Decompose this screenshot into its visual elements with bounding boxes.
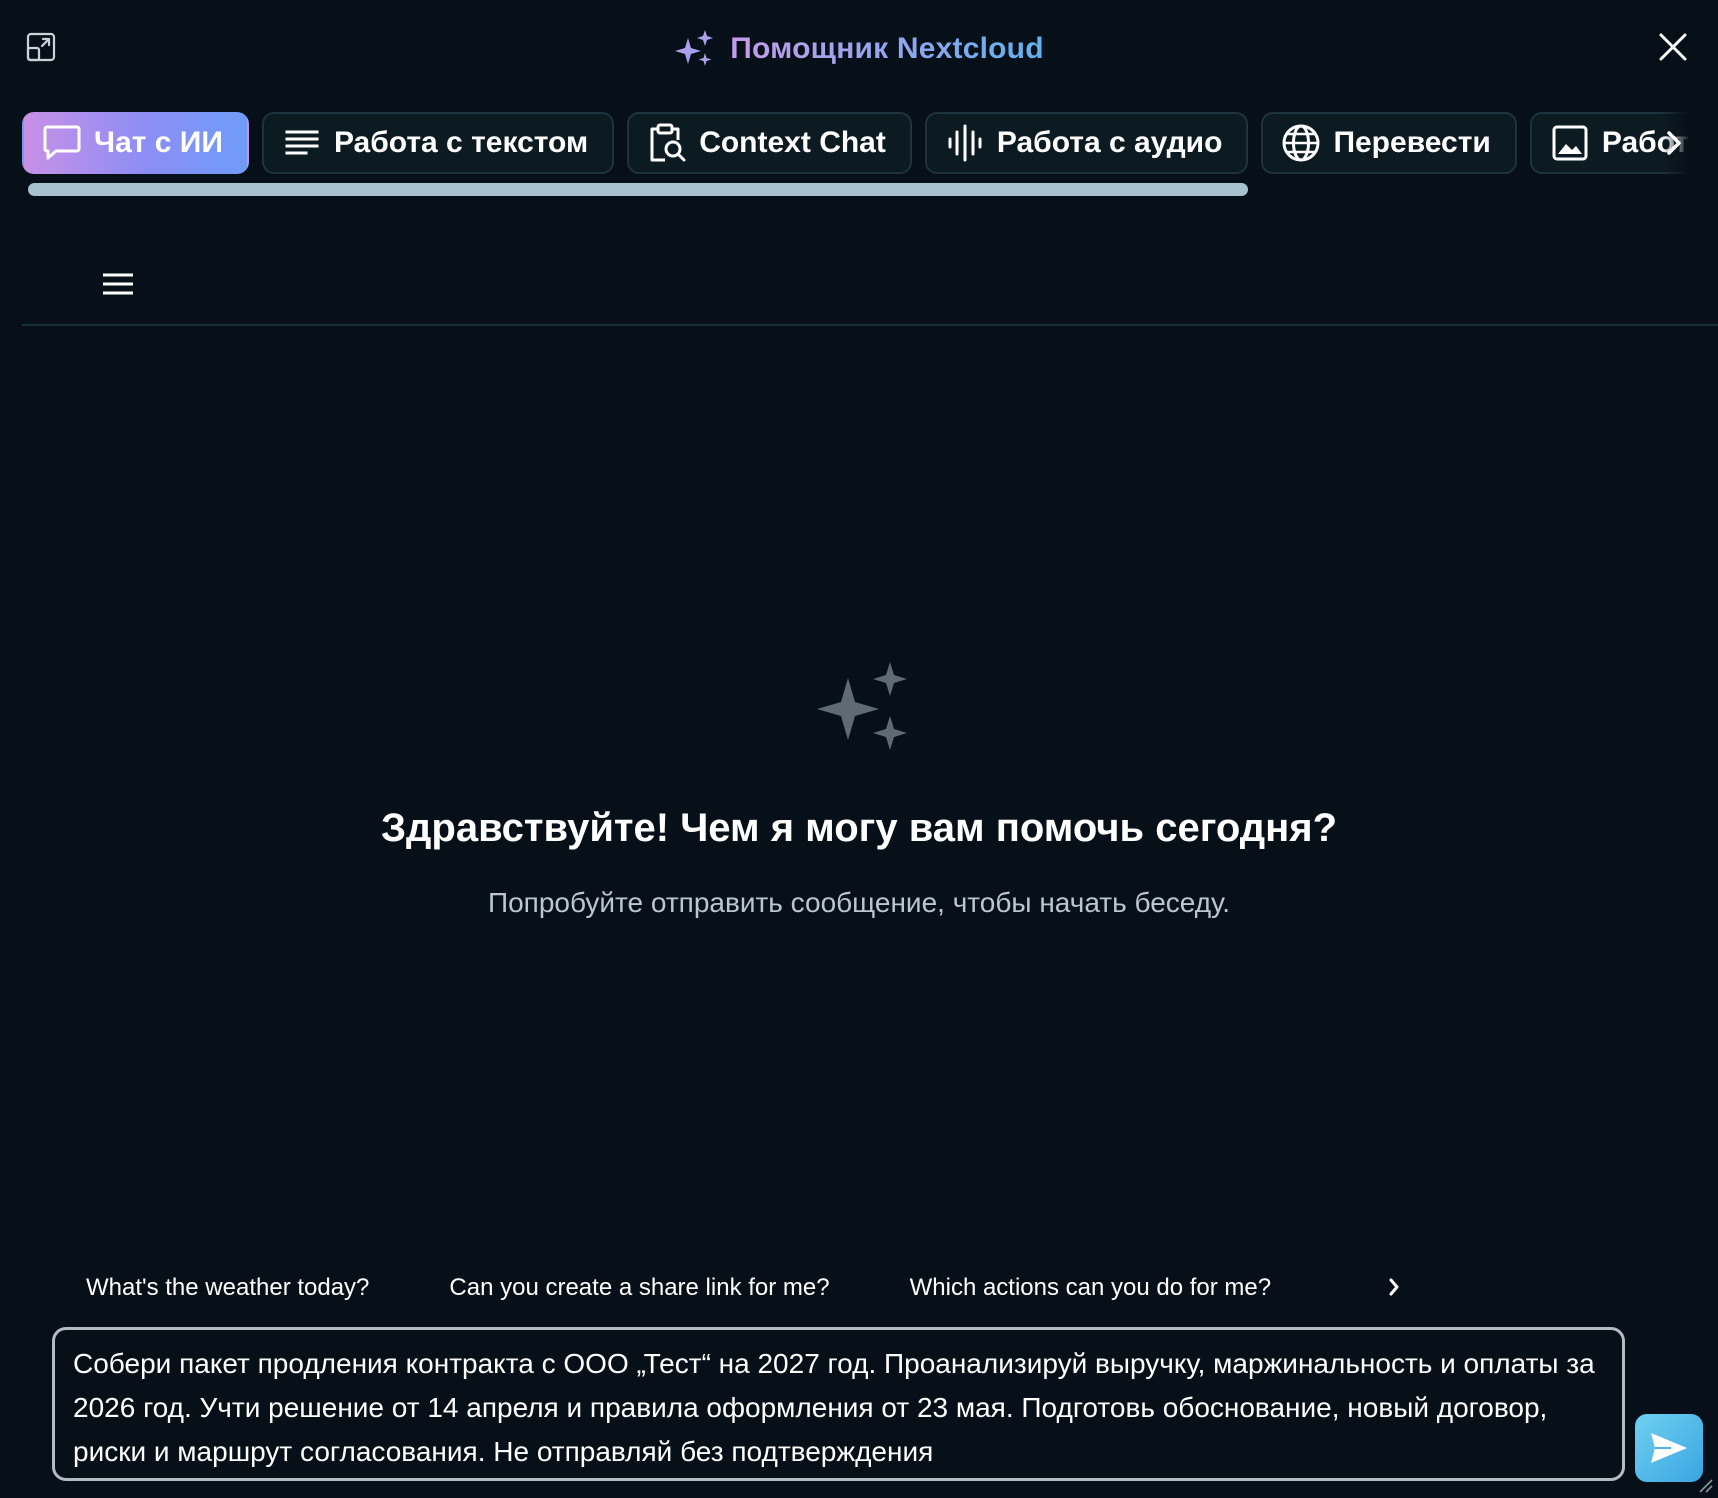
hamburger-menu-icon xyxy=(103,273,133,295)
resize-grip-icon[interactable] xyxy=(1694,1474,1714,1494)
toolbar-divider xyxy=(22,324,1718,326)
chat-bubble-icon xyxy=(42,123,82,163)
conversations-menu-button[interactable] xyxy=(96,266,140,302)
sparkle-large-icon xyxy=(817,662,907,750)
window-title: Помощник Nextcloud xyxy=(0,28,1718,70)
assistant-window: Помощник Nextcloud Чат с ИИ Работа с тек… xyxy=(0,0,1718,1498)
suggestion-share-link[interactable]: Can you create a share link for me? xyxy=(449,1274,829,1302)
text-lines-icon xyxy=(282,123,322,163)
empty-state-subtitle: Попробуйте отправить сообщение, чтобы на… xyxy=(487,887,1231,918)
chevron-right-icon xyxy=(1389,1278,1399,1296)
tab-label: Работа с аудио xyxy=(996,126,1223,159)
send-icon xyxy=(1651,1433,1687,1463)
image-icon xyxy=(1550,123,1590,163)
close-icon xyxy=(1659,33,1687,61)
clipboard-search-icon xyxy=(647,123,687,163)
tab-row: Чат с ИИ Работа с текстом Context Chat Р… xyxy=(22,112,1702,174)
message-input[interactable]: Собери пакет продления контракта с ООО „… xyxy=(52,1327,1625,1481)
tab-label: Context Chat xyxy=(699,126,886,159)
tab-context-chat[interactable]: Context Chat xyxy=(627,112,912,174)
empty-state-title: Здравствуйте! Чем я могу вам помочь сего… xyxy=(380,806,1338,850)
tab-label: Чат с ИИ xyxy=(94,126,223,159)
tab-translate[interactable]: Перевести xyxy=(1261,112,1517,174)
tab-label: Работа с текстом xyxy=(333,126,589,159)
suggestions-next-button[interactable] xyxy=(1384,1272,1404,1302)
tabs-scroll-right-button[interactable] xyxy=(1660,128,1688,158)
close-button[interactable] xyxy=(1654,28,1692,66)
tab-bar: Чат с ИИ Работа с текстом Context Chat Р… xyxy=(22,110,1702,176)
sparkle-icon xyxy=(675,30,714,66)
suggestion-list: What's the weather today? Can you create… xyxy=(86,1274,1271,1302)
assistant-header: Помощник Nextcloud xyxy=(0,0,1718,104)
waveform-icon xyxy=(945,123,985,163)
suggestion-weather[interactable]: What's the weather today? xyxy=(86,1274,369,1302)
tab-audio-processing[interactable]: Работа с аудио xyxy=(924,112,1249,174)
window-title-text: Помощник Nextcloud xyxy=(730,32,1044,65)
globe-icon xyxy=(1281,123,1321,163)
tab-ai-chat[interactable]: Чат с ИИ xyxy=(22,112,249,174)
tabs-scrollbar[interactable] xyxy=(28,183,1248,196)
tab-label: Перевести xyxy=(1333,126,1491,159)
tab-text-processing[interactable]: Работа с текстом xyxy=(261,112,615,174)
suggestion-actions[interactable]: Which actions can you do for me? xyxy=(910,1274,1272,1302)
chevron-right-icon xyxy=(1667,131,1681,155)
send-button[interactable] xyxy=(1635,1414,1703,1482)
